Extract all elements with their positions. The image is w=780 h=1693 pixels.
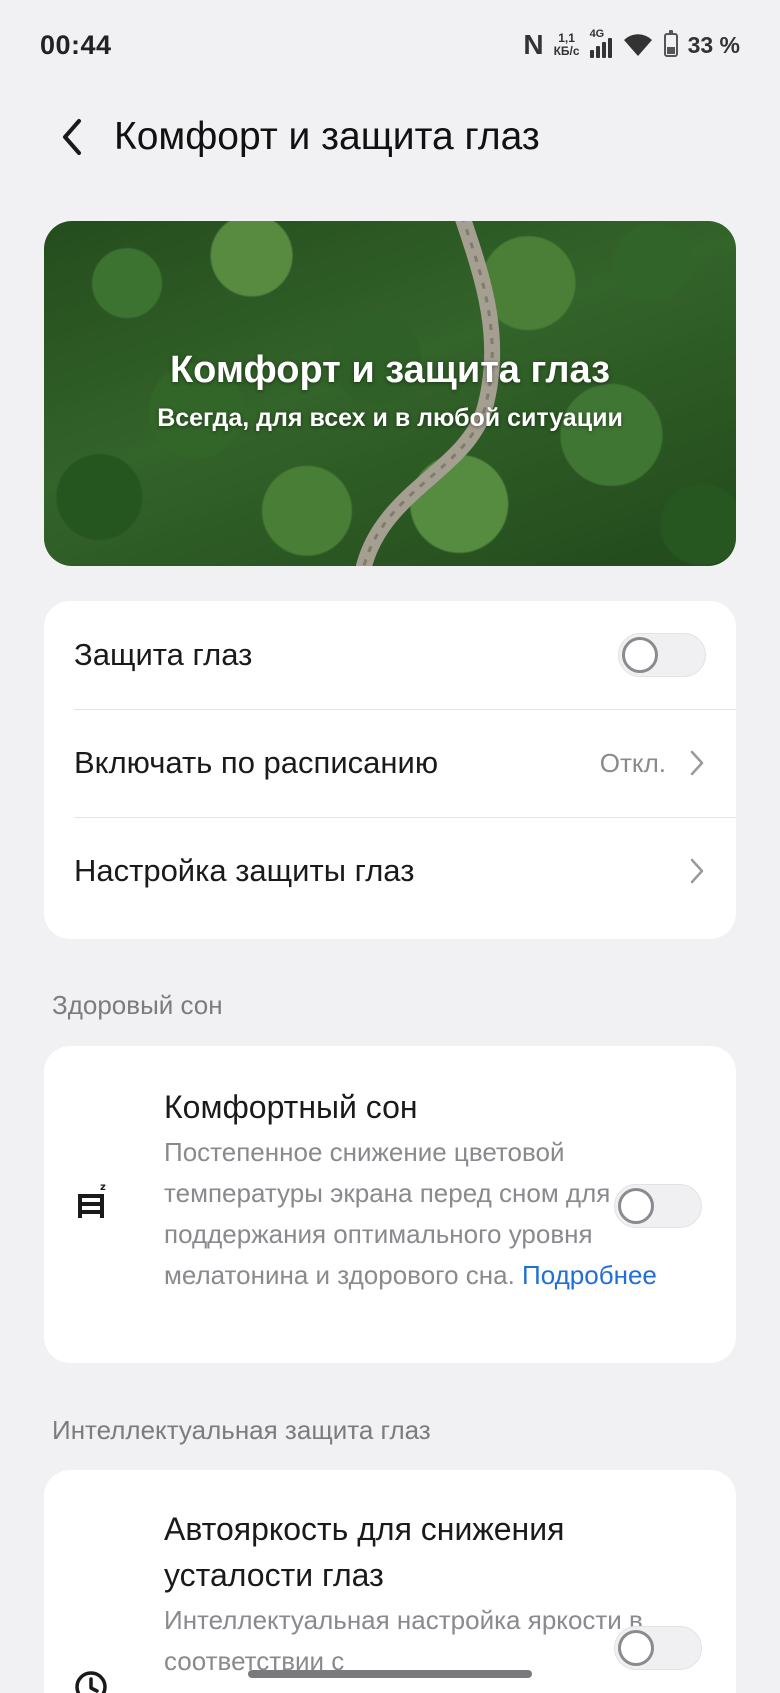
auto-brightness-row[interactable]: Автояркость для снижения усталости глаз …	[44, 1470, 736, 1693]
battery-icon	[663, 30, 678, 57]
auto-brightness-title: Автояркость для снижения усталости глаз	[164, 1511, 565, 1593]
network-speed: 1,1 КБ/с	[554, 32, 580, 58]
comfort-sleep-row[interactable]: z Комфортный сон Постепенное снижение цв…	[44, 1046, 736, 1296]
chevron-right-icon	[688, 749, 706, 777]
auto-brightness-card: Автояркость для снижения усталости глаз …	[44, 1470, 736, 1693]
status-icons: N 1,1 КБ/с 4G 33 %	[523, 28, 740, 61]
hero-banner: Комфорт и защита глаз Всегда, для всех и…	[44, 221, 736, 566]
status-bar: 00:44 N 1,1 КБ/с 4G 33 %	[0, 0, 780, 90]
auto-brightness-toggle[interactable]	[614, 1626, 702, 1670]
page-header: Комфорт и защита глаз	[0, 100, 780, 174]
comfort-sleep-card: z Комфортный сон Постепенное снижение цв…	[44, 1046, 736, 1363]
network-speed-unit: КБ/с	[553, 44, 580, 58]
clock-icon	[75, 1671, 107, 1693]
eye-protection-toggle[interactable]	[618, 633, 706, 677]
schedule-label: Включать по расписанию	[74, 745, 439, 780]
eye-protection-label: Защита глаз	[74, 637, 253, 672]
eye-settings-row[interactable]: Настройка защиты глаз	[44, 817, 736, 925]
banner-title: Комфорт и защита глаз	[169, 349, 611, 391]
svg-text:z: z	[100, 1182, 106, 1193]
home-indicator[interactable]	[248, 1670, 532, 1678]
wifi-icon	[622, 32, 654, 58]
battery-percent: 33 %	[687, 31, 740, 58]
more-info-link[interactable]: Подробнее	[522, 1260, 657, 1290]
comfort-sleep-title: Комфортный сон	[164, 1089, 418, 1125]
page-title: Комфорт и защита глаз	[114, 115, 540, 158]
eye-settings-label: Настройка защиты глаз	[74, 853, 415, 888]
network-type: 4G	[589, 28, 605, 40]
section-title-smart-protection: Интеллектуальная защита глаз	[52, 1415, 431, 1445]
cellular-signal-icon: 4G	[589, 28, 612, 58]
nfc-icon: N	[523, 29, 544, 60]
chevron-right-icon	[688, 857, 706, 885]
banner-text: Комфорт и защита глаз Всегда, для всех и…	[44, 349, 736, 433]
comfort-sleep-toggle[interactable]	[614, 1184, 702, 1228]
eye-protection-card: Защита глаз Включать по расписанию Откл.…	[44, 601, 736, 939]
chevron-left-icon	[63, 119, 81, 155]
eye-comfort-screen: 00:44 N 1,1 КБ/с 4G 33 % Комфорт и защит…	[0, 0, 780, 1693]
schedule-row[interactable]: Включать по расписанию Откл.	[44, 709, 736, 817]
comfort-sleep-description: Постепенное снижение цветовой температур…	[164, 1132, 686, 1296]
bed-sleep-icon: z	[78, 1182, 106, 1218]
section-title-healthy-sleep: Здоровый сон	[52, 990, 223, 1020]
status-time: 00:44	[40, 29, 112, 60]
back-button[interactable]	[52, 107, 92, 167]
schedule-value: Откл.	[599, 747, 666, 778]
eye-protection-row[interactable]: Защита глаз	[44, 601, 736, 709]
banner-subtitle: Всегда, для всех и в любой ситуации	[157, 404, 623, 432]
